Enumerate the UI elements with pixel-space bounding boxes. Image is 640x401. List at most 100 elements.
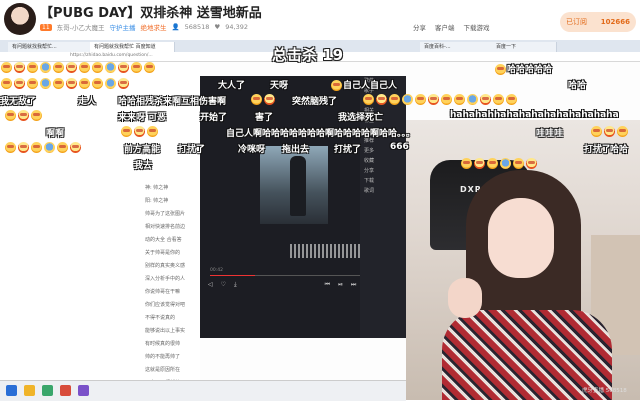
share-button[interactable]: 分享: [413, 22, 426, 32]
folder-icon[interactable]: [24, 385, 35, 396]
wiki-item[interactable]: 这就是原因所在: [145, 364, 210, 377]
danmaku-text: 大人了: [218, 81, 246, 91]
like-icon[interactable]: ♡: [221, 281, 226, 291]
emoji-icon: [1, 78, 12, 89]
emoji-icon: [92, 78, 103, 89]
viewer-count: 568518: [184, 23, 210, 31]
game-category[interactable]: 绝地求生: [141, 22, 167, 32]
stream-meta: 11 东哥-小乙大魔王 守护主播 绝地求生 👤 568518 ♥ 94,392: [40, 22, 248, 32]
emoji-icon: [454, 94, 465, 105]
emoji-row: [460, 158, 538, 169]
danmaku-text: 走人: [78, 97, 97, 107]
emoji-icon: [53, 78, 64, 89]
danmaku-text: 打扰了: [334, 145, 362, 155]
browser-tab-active[interactable]: 有问题就找我帮忙 百度知道: [90, 42, 175, 52]
danmaku-comment: 走人: [78, 94, 96, 107]
danmaku-text: 哈哈相残杀来啊互相伤害啊: [118, 97, 227, 107]
emoji-icon: [144, 62, 155, 73]
client-button[interactable]: 客户端: [435, 22, 455, 32]
danmaku-comment: 冷咪呀: [238, 142, 265, 155]
stream-video[interactable]: 有问题就找我帮忙... 有问题就找我帮忙 百度知道 百度百科-... 百度一下 …: [0, 40, 640, 401]
danmaku-comment: 拖出去: [282, 142, 309, 155]
emoji-icon: [506, 94, 517, 105]
streamer-avatar[interactable]: [4, 3, 36, 35]
player-side-item[interactable]: 歌词: [360, 186, 406, 196]
danmaku-comment: 哈哈: [568, 78, 586, 91]
emoji-row: [4, 142, 82, 153]
danmaku-comment: 打扰了: [178, 142, 205, 155]
emoji-icon: [79, 62, 90, 73]
back-icon[interactable]: ◁: [208, 281, 213, 291]
emoji-icon: [389, 94, 400, 105]
emoji-icon: [402, 94, 413, 105]
danmaku-text: 我去: [134, 161, 153, 171]
player-side-item[interactable]: 分享: [360, 166, 406, 176]
app-icon[interactable]: [78, 385, 89, 396]
danmaku-text: 突然脑残了: [292, 97, 338, 107]
wiki-item[interactable]: 帅的不能再帅了: [145, 351, 210, 364]
emoji-icon: [14, 62, 25, 73]
progress-bar[interactable]: [210, 275, 360, 276]
emoji-icon: [31, 142, 42, 153]
guard-link[interactable]: 守护主播: [110, 22, 136, 32]
emoji-icon: [53, 62, 64, 73]
address-field[interactable]: https://zhidao.baidu.com/question/...: [70, 53, 220, 59]
streamer-name[interactable]: 东哥-小乙大魔王: [57, 22, 105, 32]
emoji-icon: [1, 62, 12, 73]
emoji-icon: [131, 62, 142, 73]
subscribe-button[interactable]: 已订阅 102666: [560, 12, 636, 32]
emoji-icon: [40, 78, 51, 89]
player-side-item[interactable]: 收藏: [360, 156, 406, 166]
download-game-button[interactable]: 下载游戏: [464, 22, 490, 32]
danmaku-comment: 大人了: [218, 78, 245, 91]
danmaku-comment: 前方高能: [124, 142, 160, 155]
emoji-icon: [57, 142, 68, 153]
emoji-icon: [480, 94, 491, 105]
danmaku-text: 我选择死亡: [338, 113, 384, 123]
danmaku-text: 前方高能: [124, 145, 161, 155]
emoji-icon: [18, 142, 29, 153]
danmaku-comment: 打扰了: [584, 142, 611, 155]
next-icon[interactable]: ⏭: [351, 281, 356, 291]
album-cover: [260, 146, 328, 224]
emoji-icon: [66, 78, 77, 89]
emoji-row: [362, 94, 518, 105]
browser-tab[interactable]: 百度百科-...: [420, 42, 495, 52]
emoji-icon: [604, 126, 615, 137]
fans-icon: ♥: [214, 23, 221, 31]
emoji-icon: [27, 62, 38, 73]
danmaku-comment: 哈哈哈哈哈: [494, 62, 552, 75]
emoji-icon: [5, 142, 16, 153]
wiki-item[interactable]: 有时候真的很帅: [145, 338, 210, 351]
emoji-icon: [134, 126, 145, 137]
player-side-item[interactable]: 下载: [360, 176, 406, 186]
app-icon[interactable]: [60, 385, 71, 396]
danmaku-comment: 打扰了: [334, 142, 361, 155]
browser-tab[interactable]: 有问题就找我帮忙...: [8, 42, 93, 52]
emoji-icon: [147, 126, 158, 137]
app-icon[interactable]: [42, 385, 53, 396]
emoji-icon: [363, 94, 374, 105]
emoji-icon: [44, 142, 55, 153]
emoji-icon: [617, 126, 628, 137]
danmaku-comment: 哈哈: [610, 142, 628, 155]
danmaku-comment: 666: [390, 142, 409, 152]
start-icon[interactable]: [6, 385, 17, 396]
emoji-icon: [415, 94, 426, 105]
danmaku-comment: 自己人: [330, 78, 370, 91]
danmaku-text: 啊啊: [46, 129, 65, 139]
emoji-icon: [118, 78, 129, 89]
viewer-icon: 👤: [171, 23, 180, 31]
emoji-row: [250, 94, 276, 105]
download-icon[interactable]: ⤓: [234, 281, 237, 291]
emoji-icon: [121, 126, 132, 137]
danmaku-comment: hahahahhahahahahahahahahaha: [450, 110, 619, 120]
danmaku-text: 打扰了: [584, 145, 612, 155]
play-pause-icon[interactable]: ⏯: [338, 281, 343, 291]
watermark: 虎牙直播 568518: [582, 388, 627, 394]
emoji-icon: [500, 158, 511, 169]
windows-taskbar: [0, 380, 406, 401]
prev-icon[interactable]: ⏮: [325, 281, 330, 291]
browser-tab[interactable]: 百度一下: [492, 42, 557, 52]
danmaku-comment: 自己人: [370, 78, 397, 91]
